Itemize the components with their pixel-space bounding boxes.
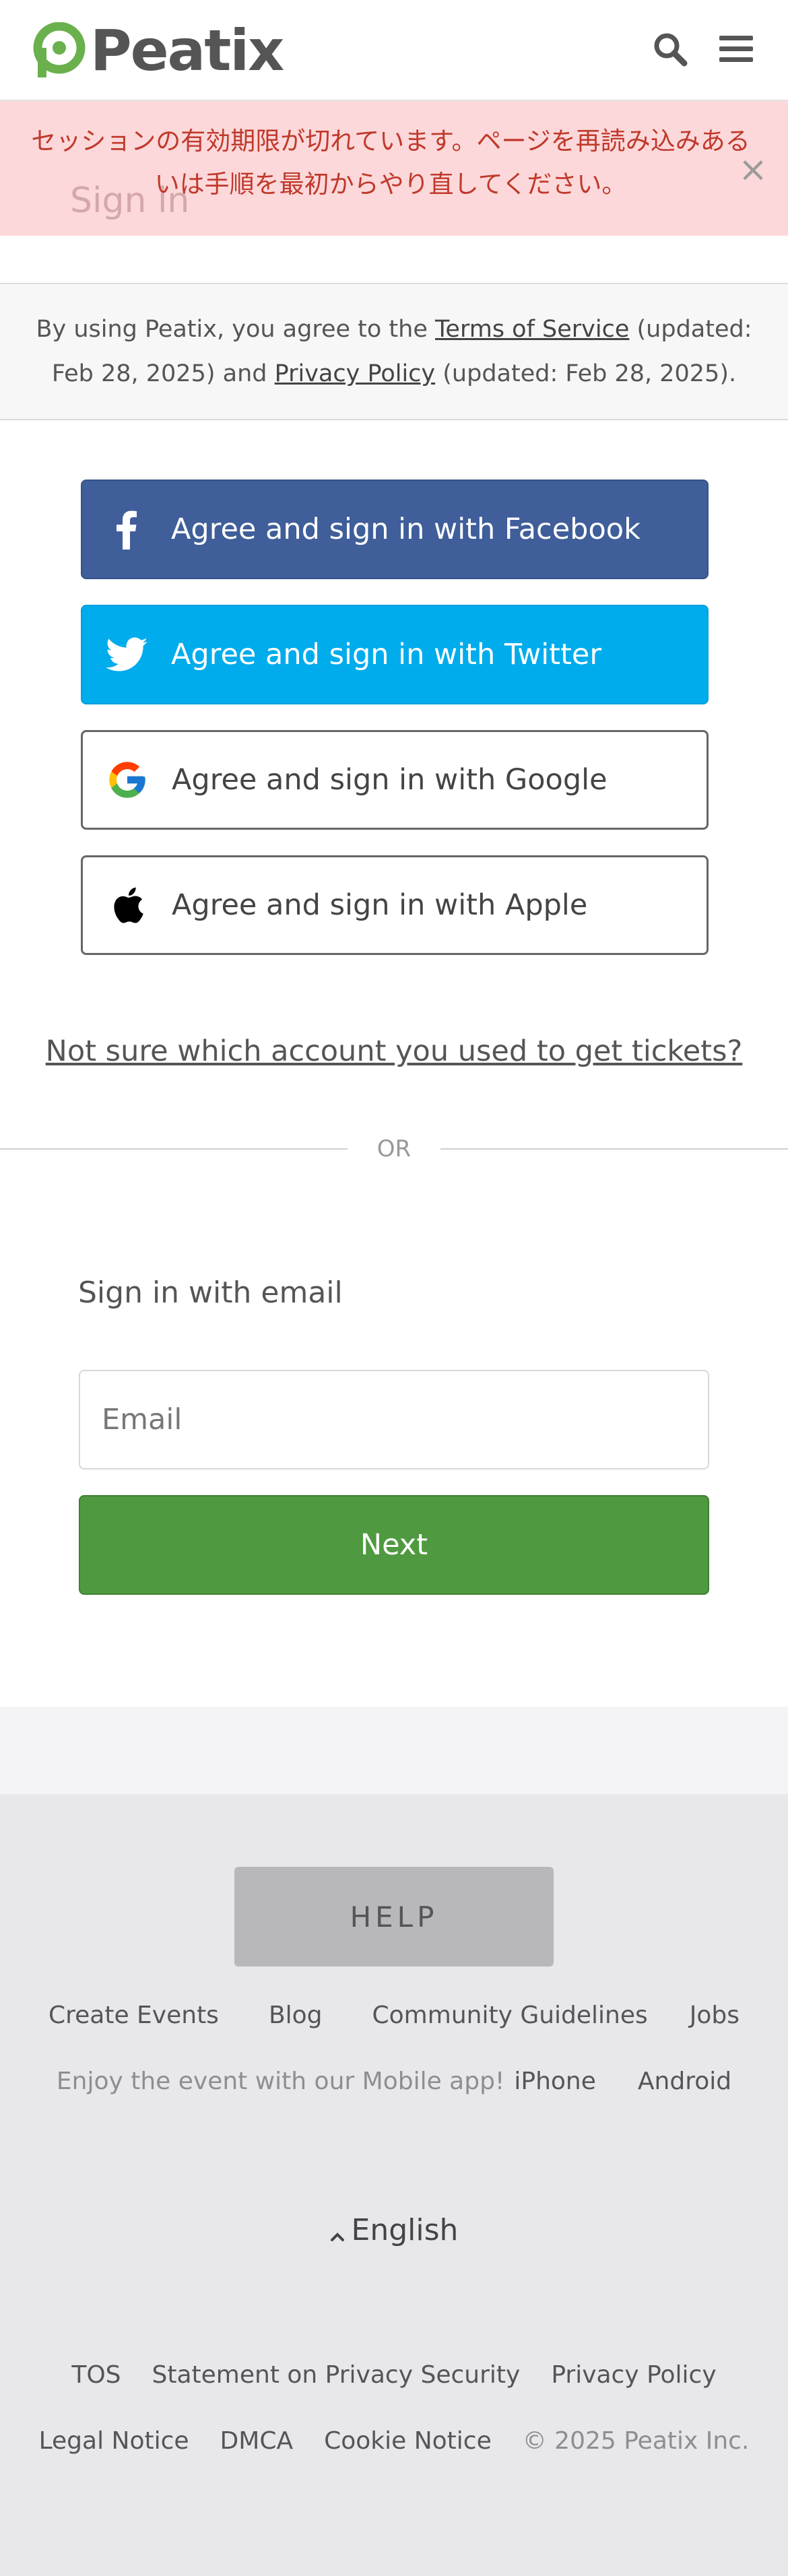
jobs-link[interactable]: Jobs (690, 2002, 740, 2029)
mobile-app-text: Enjoy the event with our Mobile app! (56, 2068, 505, 2095)
terms-text: By using Peatix, you agree to the Terms … (27, 307, 761, 396)
help-button[interactable]: HELP (234, 1867, 554, 1967)
search-icon[interactable] (647, 26, 694, 73)
mobile-app-row: Enjoy the event with our Mobile app! iPh… (0, 2068, 788, 2095)
google-g-icon (83, 730, 172, 830)
footer-links-legal-1: TOS Statement on Privacy Security Privac… (0, 2361, 788, 2389)
or-divider-label: OR (376, 1135, 412, 1162)
language-selector[interactable]: English (0, 2213, 788, 2249)
google-signin-button[interactable]: Agree and sign in with Google (81, 730, 709, 830)
community-guidelines-link[interactable]: Community Guidelines (372, 2002, 648, 2029)
tos-link[interactable]: TOS (71, 2361, 121, 2389)
site-header: Peatix (0, 0, 788, 101)
facebook-signin-label: Agree and sign in with Facebook (171, 513, 641, 546)
twitter-signin-button[interactable]: Agree and sign in with Twitter (81, 605, 709, 704)
apple-signin-button[interactable]: Agree and sign in with Apple (81, 855, 709, 955)
apple-signin-label: Agree and sign in with Apple (172, 888, 588, 922)
peatix-p-icon (32, 22, 86, 79)
page-title: Sign in (70, 180, 190, 221)
footer-links-primary: Create Events Blog Community Guidelines … (0, 2002, 788, 2029)
privacy-security-statement-link[interactable]: Statement on Privacy Security (152, 2361, 521, 2389)
footer-privacy-policy-link[interactable]: Privacy Policy (551, 2361, 716, 2389)
language-label: English (351, 2213, 459, 2247)
close-icon[interactable]: × (733, 150, 773, 190)
facebook-icon (82, 480, 171, 579)
legal-notice-link[interactable]: Legal Notice (39, 2427, 189, 2455)
android-link[interactable]: Android (638, 2068, 731, 2095)
twitter-bird-icon (82, 605, 171, 704)
privacy-updated: (updated: Feb 28, 2025). (435, 360, 737, 387)
terms-prefix: By using Peatix, you agree to the (36, 316, 435, 343)
apple-logo-icon (83, 855, 172, 955)
blog-link[interactable]: Blog (269, 2002, 323, 2029)
copyright: © 2025 Peatix Inc. (522, 2427, 750, 2455)
logo-text: Peatix (90, 18, 284, 84)
next-button[interactable]: Next (79, 1495, 709, 1595)
email-signin-heading: Sign in with email (78, 1276, 343, 1310)
cookie-notice-link[interactable]: Cookie Notice (324, 2427, 492, 2455)
terms-of-service-link[interactable]: Terms of Service (435, 316, 629, 343)
footer-spacer (0, 1707, 788, 1794)
chevron-up-icon (330, 2215, 345, 2249)
google-signin-label: Agree and sign in with Google (172, 763, 608, 797)
email-field[interactable] (79, 1370, 709, 1469)
hamburger-menu-icon[interactable] (713, 26, 760, 73)
dmca-link[interactable]: DMCA (220, 2427, 294, 2455)
not-sure-account-link[interactable]: Not sure which account you used to get t… (0, 1034, 788, 1068)
iphone-link[interactable]: iPhone (514, 2068, 596, 2095)
twitter-signin-label: Agree and sign in with Twitter (171, 638, 602, 671)
peatix-logo[interactable]: Peatix (32, 18, 284, 84)
facebook-signin-button[interactable]: Agree and sign in with Facebook (81, 480, 709, 579)
footer-links-legal-2: Legal Notice DMCA Cookie Notice © 2025 P… (0, 2427, 788, 2455)
privacy-policy-link[interactable]: Privacy Policy (275, 360, 436, 387)
terms-notice: By using Peatix, you agree to the Terms … (0, 283, 788, 420)
create-events-link[interactable]: Create Events (48, 2002, 219, 2029)
